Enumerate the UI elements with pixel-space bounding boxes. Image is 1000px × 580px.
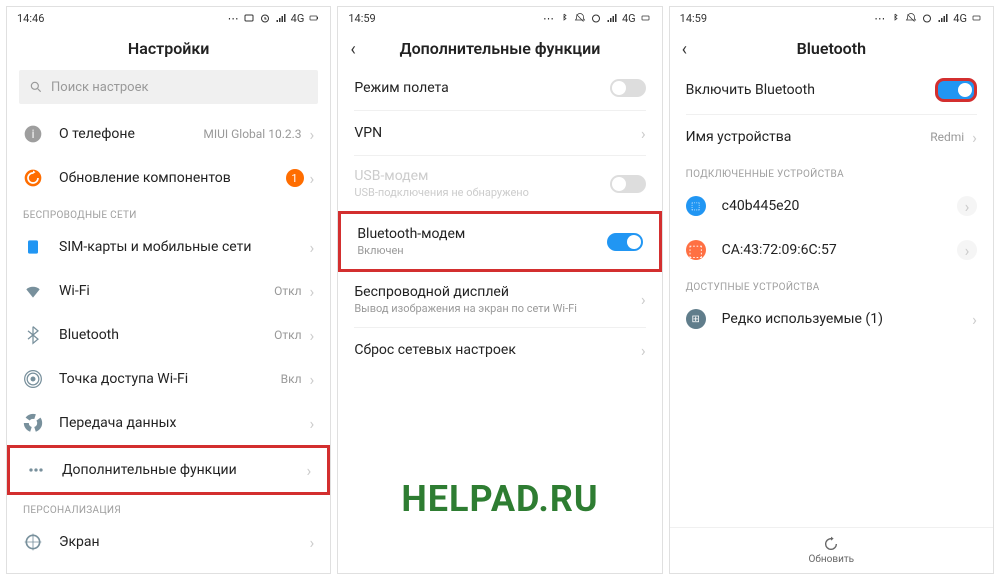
wifi-icon bbox=[23, 281, 43, 301]
chevron-right-icon: › bbox=[972, 128, 977, 147]
sim-icon bbox=[23, 237, 43, 257]
refresh-icon bbox=[23, 168, 43, 188]
hotspot-icon bbox=[23, 369, 43, 389]
statusbar: 14:46 ⋯ 4G bbox=[7, 7, 330, 29]
bluetooth-icon bbox=[889, 12, 901, 24]
row-device-2[interactable]: ⬚ CA:43:72:09:6C:57 › bbox=[670, 228, 993, 272]
row-data[interactable]: Передача данных › bbox=[7, 401, 330, 445]
row-hotspot[interactable]: Точка доступа Wi-Fi Вкл › bbox=[7, 357, 330, 401]
row-wifi[interactable]: Wi-Fi Откл › bbox=[7, 269, 330, 313]
search-icon bbox=[29, 80, 43, 94]
section-wireless: БЕСПРОВОДНЫЕ СЕТИ bbox=[7, 200, 330, 225]
screen-settings: 14:46 ⋯ 4G Настройки Поиск настроек i О … bbox=[6, 6, 331, 574]
header: ‹ Bluetooth bbox=[670, 29, 993, 66]
chevron-right-icon: › bbox=[310, 414, 315, 433]
chevron-right-icon: › bbox=[310, 282, 315, 301]
refresh-button[interactable]: Обновить bbox=[670, 527, 993, 573]
bluetooth-icon bbox=[23, 325, 43, 345]
row-more[interactable]: Дополнительные функции › bbox=[7, 445, 330, 495]
section-connected: ПОДКЛЮЧЕННЫЕ УСТРОЙСТВА bbox=[670, 159, 993, 184]
row-about[interactable]: i О телефоне MIUI Global 10.2.3 › bbox=[7, 112, 330, 156]
chevron-right-icon: › bbox=[957, 240, 977, 260]
alarm-icon bbox=[590, 12, 602, 24]
battery-icon bbox=[971, 12, 983, 24]
screen-bluetooth: 14:59 ⋯ 4G ‹ Bluetooth Включить Bluetoot… bbox=[669, 6, 994, 574]
signal-icon bbox=[937, 12, 949, 24]
more-icon bbox=[26, 460, 46, 480]
device-icon: ⬚ bbox=[686, 196, 706, 216]
header: ‹ Дополнительные функции bbox=[338, 29, 661, 66]
row-bluetooth[interactable]: Bluetooth Откл › bbox=[7, 313, 330, 357]
chevron-right-icon: › bbox=[310, 326, 315, 345]
search-input[interactable]: Поиск настроек bbox=[19, 70, 318, 104]
row-cast[interactable]: Беспроводной дисплей Вывод изображения н… bbox=[338, 272, 661, 327]
chevron-right-icon: › bbox=[972, 310, 977, 329]
row-rare[interactable]: ⊞ Редко используемые (1) › bbox=[670, 297, 993, 341]
toggle-airplane[interactable] bbox=[610, 79, 646, 97]
status-icons: ⋯ 4G bbox=[543, 12, 652, 25]
clock: 14:46 bbox=[17, 12, 44, 25]
status-icons: ⋯ 4G bbox=[228, 12, 321, 25]
badge: 1 bbox=[286, 169, 304, 187]
row-bt-modem[interactable]: Bluetooth-модем Включен bbox=[338, 211, 661, 272]
toggle-bt[interactable] bbox=[935, 78, 977, 102]
header: Настройки bbox=[7, 29, 330, 66]
chevron-right-icon: › bbox=[310, 169, 315, 188]
row-device-name[interactable]: Имя устройства Redmi › bbox=[670, 115, 993, 159]
row-enable-bt[interactable]: Включить Bluetooth bbox=[670, 66, 993, 114]
statusbar: 14:59 ⋯ 4G bbox=[338, 7, 661, 29]
row-reset[interactable]: Сброс сетевых настроек › bbox=[338, 328, 661, 372]
alarm-icon bbox=[921, 12, 933, 24]
row-device-1[interactable]: ⬚ c40b445e20 › bbox=[670, 184, 993, 228]
toggle-usb bbox=[610, 175, 646, 193]
bluetooth-icon bbox=[558, 12, 570, 24]
svg-text:i: i bbox=[32, 127, 35, 141]
row-sim[interactable]: SIM-карты и мобильные сети › bbox=[7, 225, 330, 269]
row-vpn[interactable]: VPN › bbox=[338, 111, 661, 155]
chevron-right-icon: › bbox=[641, 124, 646, 143]
row-usb: USB-модем USB-подключения не обнаружено bbox=[338, 156, 661, 211]
network-label: 4G bbox=[291, 12, 305, 25]
row-airplane[interactable]: Режим полета bbox=[338, 66, 661, 110]
section-available: ДОСТУПНЫЕ УСТРОЙСТВА bbox=[670, 272, 993, 297]
volte-icon bbox=[243, 12, 255, 24]
page-title: Bluetooth bbox=[670, 39, 993, 58]
clock: 14:59 bbox=[348, 12, 375, 25]
chevron-right-icon: › bbox=[957, 196, 977, 216]
statusbar: 14:59 ⋯ 4G bbox=[670, 7, 993, 29]
row-update[interactable]: Обновление компонентов 1 › bbox=[7, 156, 330, 200]
display-icon bbox=[23, 532, 43, 552]
mute-icon bbox=[574, 12, 586, 24]
row-display[interactable]: Экран › bbox=[7, 520, 330, 564]
chevron-right-icon: › bbox=[310, 125, 315, 144]
clock: 14:59 bbox=[680, 12, 707, 25]
network-label: 4G bbox=[953, 12, 967, 25]
chevron-right-icon: › bbox=[307, 461, 312, 480]
device-icon: ⬚ bbox=[686, 240, 706, 260]
data-icon bbox=[23, 413, 43, 433]
page-title: Настройки bbox=[7, 39, 330, 58]
back-button[interactable]: ‹ bbox=[350, 39, 355, 60]
section-personalization: ПЕРСОНАЛИЗАЦИЯ bbox=[7, 495, 330, 520]
screen-advanced: 14:59 ⋯ 4G ‹ Дополнительные функции Режи… bbox=[337, 6, 662, 574]
toggle-bt-modem[interactable] bbox=[607, 233, 643, 251]
network-label: 4G bbox=[622, 12, 636, 25]
signal-icon bbox=[606, 12, 618, 24]
folder-icon: ⊞ bbox=[686, 309, 706, 329]
mute-icon bbox=[905, 12, 917, 24]
signal-icon bbox=[275, 12, 287, 24]
chevron-right-icon: › bbox=[641, 290, 646, 309]
page-title: Дополнительные функции bbox=[338, 39, 661, 58]
refresh-icon bbox=[823, 536, 839, 552]
chevron-right-icon: › bbox=[310, 533, 315, 552]
battery-icon bbox=[640, 12, 652, 24]
info-icon: i bbox=[23, 124, 43, 144]
chevron-right-icon: › bbox=[310, 238, 315, 257]
alarm-icon bbox=[259, 12, 271, 24]
battery-icon bbox=[308, 12, 320, 24]
chevron-right-icon: › bbox=[641, 341, 646, 360]
back-button[interactable]: ‹ bbox=[682, 39, 687, 60]
chevron-right-icon: › bbox=[310, 370, 315, 389]
status-icons: ⋯ 4G bbox=[874, 12, 983, 25]
